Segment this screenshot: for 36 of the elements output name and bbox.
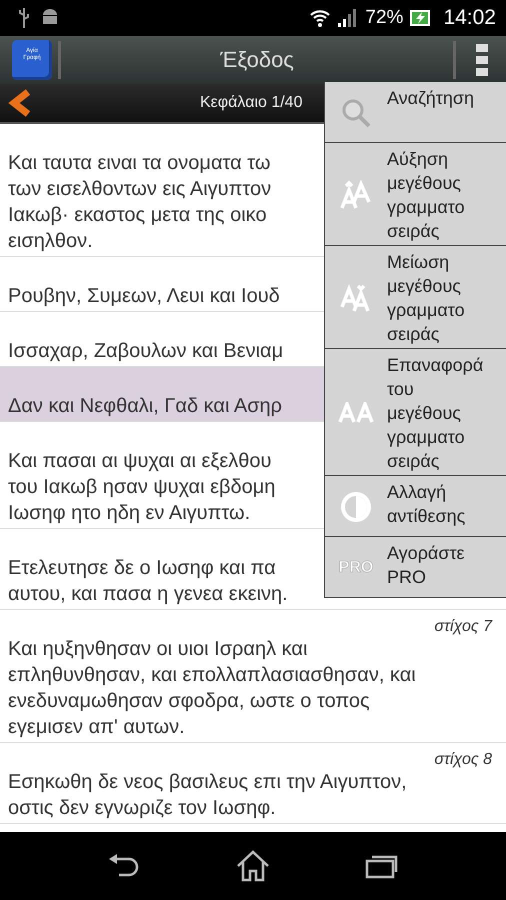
chapter-label: Κεφάλαιο 1/40 bbox=[200, 94, 302, 112]
home-icon[interactable] bbox=[236, 850, 270, 882]
screen-title: Έξοδος bbox=[219, 47, 295, 73]
verse-row[interactable]: στίχος 7 Και ηυξηνθησαν οι υιοι Ισραηλ και επληθυνθησαν, και επολλαπλασιασθησαν, και ενεδυναμωθησαν σφοδρα, ωστε ο τοπος εγεμισεν απ' αυτων. bbox=[0, 610, 506, 743]
menu-item[interactable]: Επαναφορά του μεγέθους γραμματο σειράς bbox=[325, 349, 506, 476]
verse-text: Εσηκωθη δε νεος βασιλευς επι την Αιγυπτον, οστις δεν εγνωριζε τον Ιωσηφ. bbox=[8, 770, 407, 821]
clock: 14:02 bbox=[443, 6, 496, 30]
font-size-reset-icon bbox=[338, 402, 374, 424]
usb-icon bbox=[18, 7, 30, 29]
verse-text: Ετελευτησε δε ο Ιωσηφ και πα αυτου, και πασα η γενεα εκεινη. bbox=[8, 556, 288, 607]
font-size-down-icon bbox=[340, 283, 372, 313]
menu-item-label: Αλλαγή αντίθεσης bbox=[387, 481, 466, 528]
verse-text: Και πασαι αι ψυχαι αι εξελθου του Ιακωβ ησαν ψυχαι εβδομη Ιωσηφ ητο ηδη εν Αιγυπτω. bbox=[8, 449, 276, 526]
verse-text: Ισσαχαρ, Ζαβουλων και Βενιαμ bbox=[8, 339, 284, 364]
verse-text: Και ταυτα ειναι τα ονοματα τω των εισελθοντων εις Αιγυπτον Ιακωβ· εκαστος μετα της οικο εισηλθον. bbox=[8, 151, 272, 254]
menu-item-label: Αγοράστε PRO bbox=[387, 542, 465, 589]
menu-item[interactable]: Μείωση μεγέθους γραμματο σειράς bbox=[325, 246, 506, 349]
verse-number: στίχος 8 bbox=[434, 751, 492, 769]
battery-percent: 72% bbox=[365, 7, 404, 29]
menu-item-label: Αύξηση μεγέθους γραμματο σειράς bbox=[387, 148, 465, 243]
search-icon bbox=[341, 98, 371, 128]
overflow-menu-icon[interactable] bbox=[476, 44, 488, 76]
font-size-up-icon bbox=[340, 180, 372, 210]
verse-text: Και ηυξηνθησαν οι υιοι Ισραηλ και επληθυνθησαν, και επολλαπλασιασθησαν, και ενεδυναμωθησαν σφοδρα, ωστε ο τοπος εγεμισεν απ' αυτων. bbox=[8, 637, 416, 740]
menu-item-label: Αναζήτηση bbox=[387, 87, 474, 110]
battery-icon bbox=[409, 9, 432, 27]
recent-apps-icon[interactable] bbox=[364, 853, 399, 879]
verse-row[interactable]: στίχος 8 Εσηκωθη δε νεος βασιλευς επι την Αιγυπτον, οστις δεν εγνωριζε τον Ιωσηφ. bbox=[0, 743, 506, 824]
menu-item[interactable]: Αναζήτηση bbox=[325, 82, 506, 143]
wifi-icon bbox=[309, 8, 332, 28]
contrast-icon bbox=[340, 491, 372, 523]
verse-text: Ρουβην, Συμεων, Λευι και Ιουδ bbox=[8, 284, 280, 309]
menu-item[interactable]: Αλλαγή αντίθεσης bbox=[325, 476, 506, 537]
verse-text: Δαν και Νεφθαλι, Γαδ και Ασηρ bbox=[8, 394, 282, 419]
menu-item[interactable]: Αύξηση μεγέθους γραμματο σειράς bbox=[325, 143, 506, 246]
verse-number: στίχος 7 bbox=[434, 618, 492, 636]
